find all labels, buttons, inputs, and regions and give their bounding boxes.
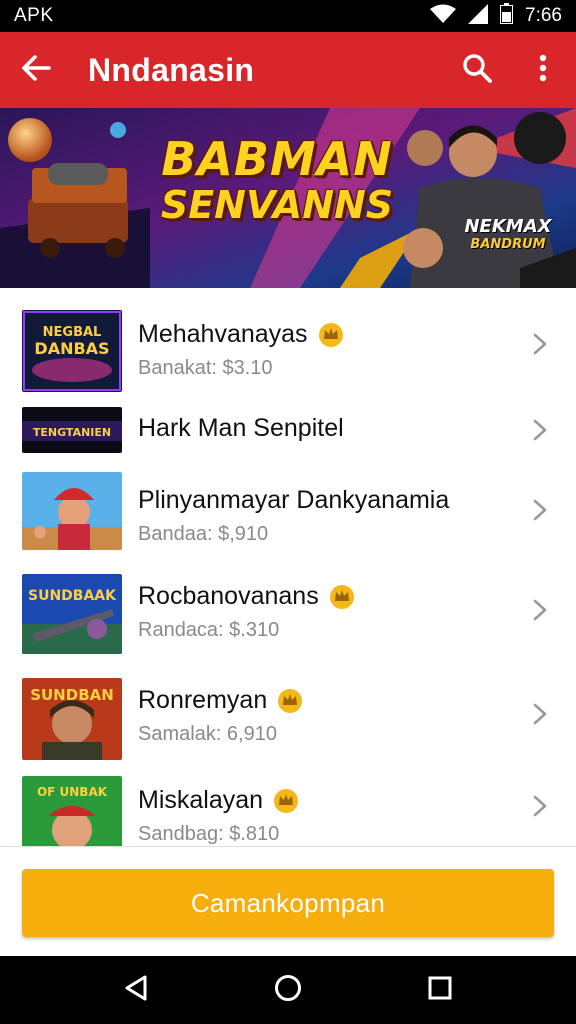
list-item[interactable]: SUNDBAN Ronremyan Samalak: 6,910: [0, 668, 576, 772]
game-title: Ronremyan: [138, 686, 268, 714]
crown-icon: [329, 584, 355, 610]
list-item[interactable]: TENGTANIEN Hark Man Senpitel: [0, 400, 576, 460]
more-vert-icon: [539, 54, 547, 87]
thumb-label: NEGBAL: [43, 325, 102, 340]
nav-home-button[interactable]: [258, 960, 318, 1020]
back-button[interactable]: [0, 32, 72, 108]
thumb-label: OF UNBAK: [37, 785, 108, 799]
game-title: Rocbanovanans: [138, 582, 319, 610]
game-thumbnail: SUNDBAN: [22, 678, 122, 760]
crown-icon: [318, 322, 344, 348]
home-circle-icon: [274, 974, 302, 1007]
list-item[interactable]: NEGBAL DANBAS Mehahvanayas Banakat: $3.1…: [0, 288, 576, 400]
page-title: Nndanasin: [88, 51, 255, 88]
banner-badge-line1: NEKMAX: [464, 216, 552, 237]
chevron-right-icon: [530, 598, 550, 622]
game-price: Bandaa: $,910: [138, 523, 269, 545]
status-app-label: APK: [14, 5, 54, 26]
recents-square-icon: [427, 975, 453, 1006]
game-title: Miskalayan: [138, 786, 264, 814]
list-item[interactable]: OF UNBAK Miskalayan Sandbag: $.810: [0, 772, 576, 846]
battery-icon: [500, 3, 514, 29]
thumb-label: DANBAS: [34, 339, 109, 358]
list-item[interactable]: Plinyanmayar Dankyanamia Bandaa: $,910: [0, 460, 576, 564]
thumb-label: SUNDBAN: [30, 686, 114, 704]
status-time: 7:66: [525, 5, 562, 26]
chevron-right-icon: [530, 702, 550, 726]
chevron-right-icon: [530, 498, 550, 522]
game-title: Mehahvanayas: [138, 320, 308, 348]
status-bar: APK 7:66: [0, 0, 576, 32]
chevron-right-icon: [530, 418, 550, 442]
game-thumbnail: NEGBAL DANBAS: [22, 310, 122, 392]
chevron-right-icon: [530, 332, 550, 356]
nav-recents-button[interactable]: [410, 960, 470, 1020]
game-thumbnail: SUNDBAAK: [22, 574, 122, 654]
game-list: NEGBAL DANBAS Mehahvanayas Banakat: $3.1…: [0, 288, 576, 846]
crown-icon: [277, 688, 303, 714]
promo-banner[interactable]: BABMAN SENVANNS NEKMAX BANDRUM: [0, 108, 576, 288]
game-thumbnail: TENGTANIEN: [22, 407, 122, 453]
game-price: Sandbag: $.810: [138, 823, 280, 845]
chevron-right-icon: [530, 794, 550, 818]
list-item[interactable]: SUNDBAAK Rocbanovanans Randaca: $.310: [0, 564, 576, 668]
primary-action-button[interactable]: Camankopmpan: [22, 869, 554, 937]
app-bar: Nndanasin: [0, 32, 576, 108]
banner-title: BABMAN SENVANNS: [152, 136, 402, 224]
banner-badge-line2: BANDRUM: [470, 237, 546, 252]
game-title: Hark Man Senpitel: [138, 414, 344, 442]
search-icon: [462, 53, 492, 88]
game-price: Samalak: 6,910: [138, 723, 277, 745]
game-title: Plinyanmayar Dankyanamia: [138, 486, 450, 514]
banner-badge: NEKMAX BANDRUM: [462, 216, 554, 252]
game-price: Randaca: $.310: [138, 619, 280, 641]
overflow-menu-button[interactable]: [510, 32, 576, 108]
nav-back-button[interactable]: [106, 960, 166, 1020]
crown-icon: [273, 788, 299, 814]
back-triangle-icon: [123, 974, 149, 1007]
search-button[interactable]: [444, 32, 510, 108]
bottom-action-area: Camankopmpan: [0, 846, 576, 956]
game-price: Banakat: $3.10: [138, 357, 273, 379]
thumb-label: TENGTANIEN: [33, 426, 111, 439]
game-thumbnail: [22, 472, 122, 550]
banner-title-line1: BABMAN: [161, 132, 393, 186]
system-nav-bar: [0, 956, 576, 1024]
thumb-label: SUNDBAAK: [28, 588, 117, 604]
signal-icon: [468, 3, 489, 29]
arrow-left-icon: [21, 54, 51, 87]
game-thumbnail: OF UNBAK: [22, 776, 122, 846]
banner-title-line2: SENVANNS: [160, 183, 394, 227]
wifi-icon: [430, 4, 457, 29]
